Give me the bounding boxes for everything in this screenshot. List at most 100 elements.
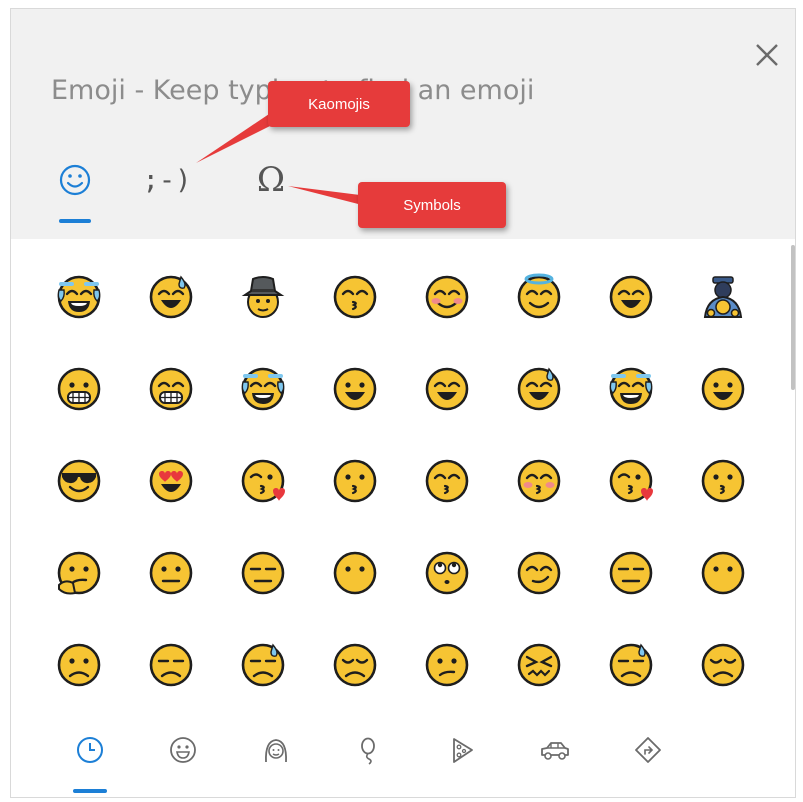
heart-eyes-icon (149, 459, 193, 503)
blushing-icon (425, 275, 469, 319)
blushing-emoji[interactable] (401, 251, 493, 343)
no-mouth-emoji[interactable] (677, 527, 769, 619)
tab-kaomoji[interactable]: ;-) (139, 157, 195, 203)
person-bowing-emoji[interactable] (677, 251, 769, 343)
downcast-sweat-emoji[interactable] (217, 619, 309, 711)
kissing-blush-emoji[interactable] (493, 435, 585, 527)
kissing-smiling-eyes-emoji[interactable] (309, 251, 401, 343)
kaomojis-callout: Kaomojis (268, 81, 410, 127)
expressionless-emoji[interactable] (585, 527, 677, 619)
kissing-icon (701, 459, 745, 503)
pensive-icon (333, 643, 377, 687)
category-person[interactable] (251, 725, 301, 775)
kissing-heart-emoji[interactable] (217, 435, 309, 527)
expressionless-icon (241, 551, 285, 595)
pensive-icon (701, 643, 745, 687)
angel-emoji[interactable] (493, 251, 585, 343)
balloon-icon (361, 737, 375, 765)
pensive-emoji[interactable] (677, 619, 769, 711)
grinning-sweat-emoji[interactable] (493, 343, 585, 435)
person-bowing-icon (703, 276, 743, 318)
tears-of-joy-icon (57, 275, 101, 319)
active-tab-indicator (59, 219, 91, 223)
category-smiley[interactable] (158, 725, 208, 775)
unamused-emoji[interactable] (125, 619, 217, 711)
big-smile-icon (425, 367, 469, 411)
tears-of-joy-emoji[interactable] (217, 343, 309, 435)
kissing-smiling-eyes-emoji[interactable] (401, 435, 493, 527)
smiley-tab-icon (59, 164, 91, 196)
scrollbar[interactable] (791, 245, 795, 390)
omega-icon: Ω (256, 160, 286, 200)
kaomoji-tab-label: ;-) (142, 164, 192, 196)
category-road-sign[interactable] (623, 725, 673, 775)
pizza-icon (453, 738, 473, 763)
smiling-eyes-emoji[interactable] (585, 251, 677, 343)
kissing-smiling-eyes-icon (425, 459, 469, 503)
slightly-frowning-emoji[interactable] (33, 619, 125, 711)
grinning-icon (701, 367, 745, 411)
kissing-heart-icon (609, 459, 653, 503)
tears-of-joy-emoji[interactable] (585, 343, 677, 435)
tab-emoji[interactable] (47, 157, 103, 223)
no-mouth-icon (701, 551, 745, 595)
person-icon (265, 739, 287, 763)
thinking-icon (57, 551, 101, 595)
neutral-emoji[interactable] (125, 527, 217, 619)
sunglasses-emoji[interactable] (33, 435, 125, 527)
smiley-icon (170, 737, 196, 763)
confounded-emoji[interactable] (493, 619, 585, 711)
grinning-sweat-emoji[interactable] (125, 251, 217, 343)
kissing-emoji[interactable] (309, 435, 401, 527)
kissing-emoji[interactable] (677, 435, 769, 527)
kissing-blush-icon (517, 459, 561, 503)
category-balloon[interactable] (344, 725, 394, 775)
kissing-heart-icon (241, 459, 285, 503)
category-car[interactable] (530, 725, 580, 775)
category-bar (11, 717, 795, 797)
no-mouth-emoji[interactable] (309, 527, 401, 619)
confused-icon (425, 643, 469, 687)
downcast-sweat-emoji[interactable] (585, 619, 677, 711)
slightly-frowning-icon (57, 643, 101, 687)
detective-emoji[interactable] (217, 251, 309, 343)
kissing-icon (333, 459, 377, 503)
thinking-emoji[interactable] (33, 527, 125, 619)
car-icon (541, 742, 569, 760)
grimacing-emoji[interactable] (33, 343, 125, 435)
kissing-heart-emoji[interactable] (585, 435, 677, 527)
active-category-indicator (73, 789, 107, 793)
tab-symbols[interactable]: Ω (243, 157, 299, 203)
tears-of-joy-emoji[interactable] (33, 251, 125, 343)
downcast-sweat-icon (241, 643, 285, 687)
neutral-icon (149, 551, 193, 595)
grinning-teeth-emoji[interactable] (125, 343, 217, 435)
pensive-emoji[interactable] (309, 619, 401, 711)
big-smile-emoji[interactable] (401, 343, 493, 435)
smirk-icon (517, 551, 561, 595)
grinning-emoji[interactable] (677, 343, 769, 435)
category-clock[interactable] (65, 725, 115, 793)
expressionless-emoji[interactable] (217, 527, 309, 619)
downcast-sweat-icon (609, 643, 653, 687)
smirk-emoji[interactable] (493, 527, 585, 619)
clock-icon (77, 737, 103, 763)
rolling-eyes-emoji[interactable] (401, 527, 493, 619)
unamused-icon (149, 643, 193, 687)
tears-of-joy-icon (609, 367, 653, 411)
category-pizza[interactable] (437, 725, 487, 775)
close-button[interactable] (751, 39, 783, 71)
road-sign-icon (635, 737, 661, 763)
sunglasses-icon (57, 459, 101, 503)
open-mouth-smile-emoji[interactable] (309, 343, 401, 435)
tears-of-joy-icon (241, 367, 285, 411)
detective-icon (241, 276, 285, 318)
heart-eyes-emoji[interactable] (125, 435, 217, 527)
grinning-sweat-icon (517, 367, 561, 411)
expressionless-icon (609, 551, 653, 595)
kissing-smiling-eyes-icon (333, 275, 377, 319)
open-mouth-smile-icon (333, 367, 377, 411)
angel-icon (517, 273, 561, 319)
confused-emoji[interactable] (401, 619, 493, 711)
grimacing-icon (57, 367, 101, 411)
